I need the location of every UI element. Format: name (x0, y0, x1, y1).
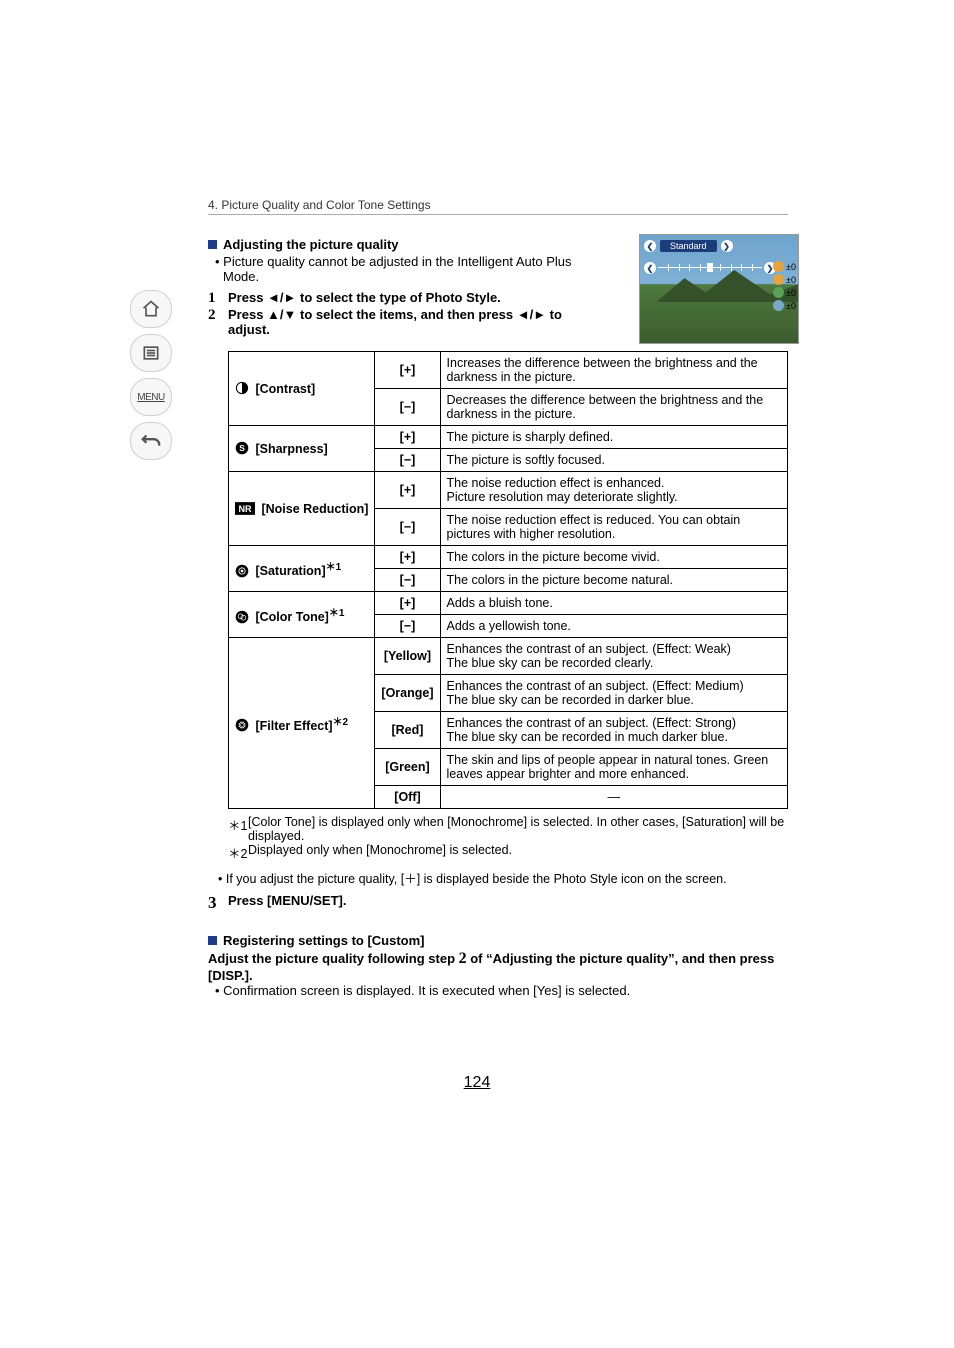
chapter-title: 4. Picture Quality and Color Tone Settin… (208, 198, 788, 215)
section1-note: Picture quality cannot be adjusted in th… (208, 254, 598, 284)
param-key: [Yellow] (375, 638, 440, 675)
section2-line: Adjust the picture quality following ste… (208, 950, 788, 983)
step-2-num: 2 (208, 307, 228, 324)
param-desc: Enhances the contrast of an subject. (Ef… (440, 712, 787, 749)
param-key: [+] (375, 426, 440, 449)
param-desc: Adds a bluish tone. (440, 592, 787, 615)
svg-text:NR: NR (238, 504, 252, 514)
param-desc: The colors in the picture become vivid. (440, 546, 787, 569)
param-key: [Off] (375, 786, 440, 809)
section2-heading: Registering settings to [Custom] (223, 933, 425, 948)
param-desc: The noise reduction effect is enhanced.P… (440, 472, 787, 509)
param-name: NR [Noise Reduction] (229, 472, 375, 546)
home-icon[interactable] (130, 290, 172, 328)
param-key: [−] (375, 569, 440, 592)
menu-icon[interactable]: MENU (130, 378, 172, 416)
step-2-text: Press ▲/▼ to select the items, and then … (228, 307, 598, 337)
param-desc: Increases the difference between the bri… (440, 352, 787, 389)
bullet-square-icon (208, 936, 217, 945)
footnote-1: ＊1 [Color Tone] is displayed only when [… (228, 815, 788, 843)
param-desc: Enhances the contrast of an subject. (Ef… (440, 638, 787, 675)
param-key: [Orange] (375, 675, 440, 712)
page-number: 124 (0, 1074, 954, 1092)
param-key: [+] (375, 352, 440, 389)
bullet-square-icon (208, 240, 217, 249)
svg-text:S: S (239, 443, 245, 453)
param-desc: The skin and lips of people appear in na… (440, 749, 787, 786)
param-name: [Color Tone]＊1 (229, 592, 375, 638)
param-key: [+] (375, 592, 440, 615)
step-3-num: 3 (208, 893, 228, 913)
footnote-2: ＊2 Displayed only when [Monochrome] is s… (228, 843, 788, 862)
contents-icon[interactable] (130, 334, 172, 372)
param-desc: The colors in the picture become natural… (440, 569, 787, 592)
param-key: [Green] (375, 749, 440, 786)
section-adjusting: Adjusting the picture quality Picture qu… (208, 237, 788, 337)
param-key: [−] (375, 509, 440, 546)
param-name: [Filter Effect]＊2 (229, 638, 375, 809)
param-key: [Red] (375, 712, 440, 749)
page-content: 4. Picture Quality and Color Tone Settin… (208, 198, 788, 1002)
step-1-text: Press ◄/► to select the type of Photo St… (228, 290, 598, 305)
quality-note: • If you adjust the picture quality, [＋]… (218, 868, 788, 887)
parameters-table: [Contrast][+]Increases the difference be… (228, 351, 788, 809)
param-desc: Enhances the contrast of an subject. (Ef… (440, 675, 787, 712)
step-3-text: Press [MENU/SET]. (228, 893, 788, 908)
param-desc: Decreases the difference between the bri… (440, 389, 787, 426)
param-key: [−] (375, 389, 440, 426)
param-desc: Adds a yellowish tone. (440, 615, 787, 638)
section-registering: Registering settings to [Custom] Adjust … (208, 933, 788, 998)
param-desc: The picture is sharply defined. (440, 426, 787, 449)
section2-confirmation: Confirmation screen is displayed. It is … (208, 983, 788, 998)
param-name: [Saturation]＊1 (229, 546, 375, 592)
param-key: [+] (375, 546, 440, 569)
param-key: [+] (375, 472, 440, 509)
param-desc: — (440, 786, 787, 809)
param-key: [−] (375, 615, 440, 638)
param-name: S [Sharpness] (229, 426, 375, 472)
param-desc: The picture is softly focused. (440, 449, 787, 472)
param-desc: The noise reduction effect is reduced. Y… (440, 509, 787, 546)
back-icon[interactable] (130, 422, 172, 460)
section1-heading: Adjusting the picture quality (223, 237, 399, 252)
param-key: [−] (375, 449, 440, 472)
param-name: [Contrast] (229, 352, 375, 426)
step-1-num: 1 (208, 290, 228, 307)
